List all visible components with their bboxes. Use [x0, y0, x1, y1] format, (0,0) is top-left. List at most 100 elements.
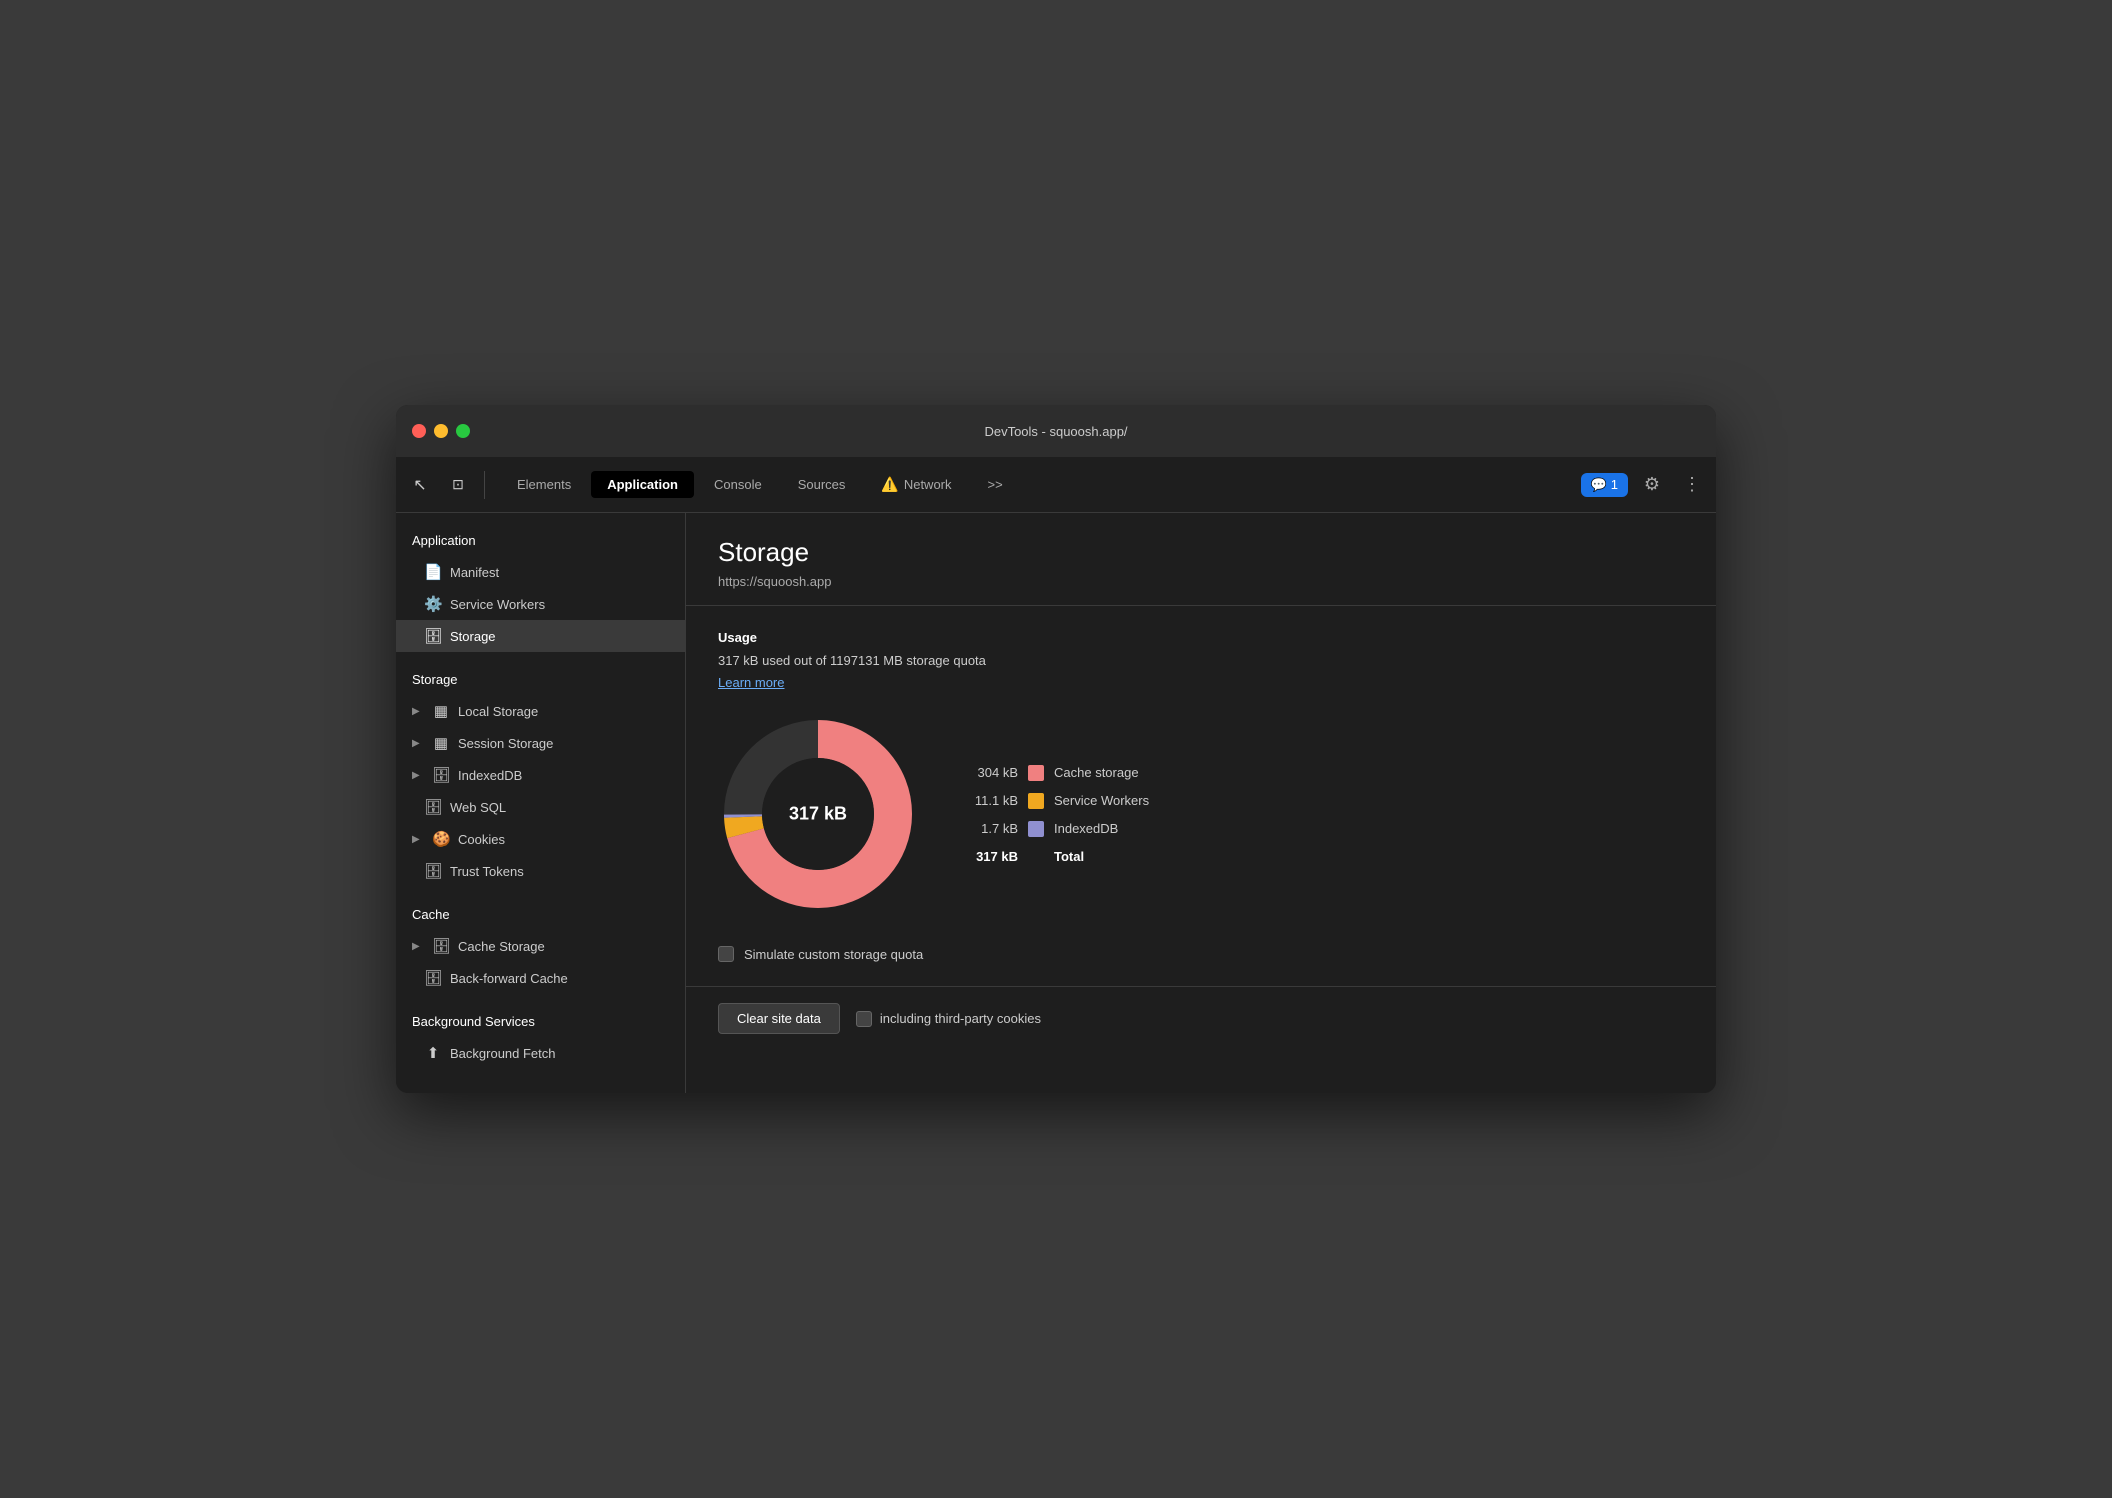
sidebar-item-cache-storage-label: Cache Storage: [458, 939, 545, 954]
maximize-button[interactable]: [456, 424, 470, 438]
legend-cache-color: [1028, 765, 1044, 781]
sidebar-section-storage: Storage: [396, 652, 685, 695]
legend-total-value: 317 kB: [966, 849, 1018, 864]
legend-item-cache-storage: 304 kB Cache storage: [966, 765, 1149, 781]
close-button[interactable]: [412, 424, 426, 438]
third-party-label: including third-party cookies: [880, 1011, 1041, 1026]
toolbar-right: 💬 1 ⚙ ⋮: [1581, 469, 1708, 501]
legend-item-indexeddb: 1.7 kB IndexedDB: [966, 821, 1149, 837]
donut-chart: 317 kB: [718, 714, 918, 914]
session-storage-arrow-icon: ▶: [412, 738, 424, 749]
trust-tokens-icon: 🗄: [424, 862, 442, 880]
tab-application[interactable]: Application: [591, 471, 694, 498]
sidebar-item-storage[interactable]: 🗄 Storage: [396, 620, 685, 652]
device-toolbar-button[interactable]: ⊡: [442, 469, 474, 501]
page-url: https://squoosh.app: [718, 574, 1684, 589]
sidebar-section-application: Application: [396, 513, 685, 556]
legend-total-label: Total: [1054, 849, 1084, 864]
simulate-quota-checkbox[interactable]: [718, 946, 734, 962]
sidebar-item-cache-storage[interactable]: ▶ 🗄 Cache Storage: [396, 930, 685, 962]
service-workers-icon: ⚙️: [424, 595, 442, 613]
toolbar-left: ↖ ⊡: [404, 469, 489, 501]
third-party-row: including third-party cookies: [856, 1011, 1041, 1027]
content-body: Usage 317 kB used out of 1197131 MB stor…: [686, 606, 1716, 986]
cookies-icon: 🍪: [432, 830, 450, 848]
simulate-row: Simulate custom storage quota: [718, 946, 1684, 962]
simulate-label: Simulate custom storage quota: [744, 947, 923, 962]
usage-label: Usage: [718, 630, 1684, 645]
legend-idb-color: [1028, 821, 1044, 837]
legend-item-service-workers: 11.1 kB Service Workers: [966, 793, 1149, 809]
sidebar-section-background-services: Background Services: [396, 994, 685, 1037]
main-layout: Application 📄 Manifest ⚙️ Service Worker…: [396, 513, 1716, 1093]
sidebar-item-background-fetch-label: Background Fetch: [450, 1046, 556, 1061]
tab-sources[interactable]: Sources: [782, 471, 862, 498]
settings-button[interactable]: ⚙: [1636, 469, 1668, 501]
clear-site-data-button[interactable]: Clear site data: [718, 1003, 840, 1034]
sidebar-item-manifest[interactable]: 📄 Manifest: [396, 556, 685, 588]
donut-center-label: 317 kB: [789, 804, 847, 825]
legend-sw-value: 11.1 kB: [966, 793, 1018, 808]
legend-idb-value: 1.7 kB: [966, 821, 1018, 836]
network-warning-icon: ⚠️: [881, 476, 898, 493]
indexeddb-arrow-icon: ▶: [412, 770, 424, 781]
chart-area: 317 kB 304 kB Cache storage 11.1 kB Serv…: [718, 714, 1684, 914]
minimize-button[interactable]: [434, 424, 448, 438]
legend-total-row: 317 kB Total: [966, 849, 1149, 864]
sidebar-item-back-forward-cache[interactable]: 🗄 Back-forward Cache: [396, 962, 685, 994]
sidebar-item-session-storage-label: Session Storage: [458, 736, 553, 751]
tab-elements[interactable]: Elements: [501, 471, 587, 498]
content-footer: Clear site data including third-party co…: [686, 986, 1716, 1050]
usage-text: 317 kB used out of 1197131 MB storage qu…: [718, 653, 1684, 668]
sidebar-item-cookies-label: Cookies: [458, 832, 505, 847]
legend-cache-value: 304 kB: [966, 765, 1018, 780]
sidebar-section-cache: Cache: [396, 887, 685, 930]
sidebar-item-service-workers[interactable]: ⚙️ Service Workers: [396, 588, 685, 620]
content-header: Storage https://squoosh.app: [686, 513, 1716, 606]
sidebar-item-indexeddb-label: IndexedDB: [458, 768, 522, 783]
sidebar-item-trust-tokens[interactable]: 🗄 Trust Tokens: [396, 855, 685, 887]
sidebar-item-manifest-label: Manifest: [450, 565, 499, 580]
sidebar: Application 📄 Manifest ⚙️ Service Worker…: [396, 513, 686, 1093]
sidebar-item-web-sql-label: Web SQL: [450, 800, 506, 815]
more-tabs-button[interactable]: >>: [972, 471, 1019, 498]
sidebar-item-storage-label: Storage: [450, 629, 496, 644]
sidebar-item-session-storage[interactable]: ▶ ▦ Session Storage: [396, 727, 685, 759]
sidebar-item-cookies[interactable]: ▶ 🍪 Cookies: [396, 823, 685, 855]
learn-more-link[interactable]: Learn more: [718, 675, 784, 690]
sidebar-item-service-workers-label: Service Workers: [450, 597, 545, 612]
traffic-lights: [412, 424, 470, 438]
window-title: DevTools - squoosh.app/: [984, 424, 1127, 439]
back-forward-cache-icon: 🗄: [424, 969, 442, 987]
content-panel: Storage https://squoosh.app Usage 317 kB…: [686, 513, 1716, 1093]
legend-idb-label: IndexedDB: [1054, 821, 1118, 836]
sidebar-item-background-fetch[interactable]: ⬆ Background Fetch: [396, 1037, 685, 1069]
cursor-tool-button[interactable]: ↖: [404, 469, 436, 501]
sidebar-item-local-storage-label: Local Storage: [458, 704, 538, 719]
tab-network[interactable]: ⚠️ Network: [865, 470, 967, 499]
legend-sw-color: [1028, 793, 1044, 809]
session-storage-icon: ▦: [432, 734, 450, 752]
local-storage-icon: ▦: [432, 702, 450, 720]
page-title: Storage: [718, 537, 1684, 568]
cookies-arrow-icon: ▶: [412, 834, 424, 845]
cache-storage-icon: 🗄: [432, 937, 450, 955]
devtools-window: DevTools - squoosh.app/ ↖ ⊡ Elements App…: [396, 405, 1716, 1093]
badge-count: 1: [1611, 477, 1618, 492]
manifest-icon: 📄: [424, 563, 442, 581]
sidebar-item-local-storage[interactable]: ▶ ▦ Local Storage: [396, 695, 685, 727]
sidebar-item-indexeddb[interactable]: ▶ 🗄 IndexedDB: [396, 759, 685, 791]
third-party-checkbox[interactable]: [856, 1011, 872, 1027]
more-options-button[interactable]: ⋮: [1676, 469, 1708, 501]
sidebar-item-back-forward-cache-label: Back-forward Cache: [450, 971, 568, 986]
sidebar-item-web-sql[interactable]: 🗄 Web SQL: [396, 791, 685, 823]
storage-legend: 304 kB Cache storage 11.1 kB Service Wor…: [966, 765, 1149, 864]
title-bar: DevTools - squoosh.app/: [396, 405, 1716, 457]
chat-badge-button[interactable]: 💬 1: [1581, 473, 1628, 497]
background-fetch-icon: ⬆: [424, 1044, 442, 1062]
toolbar-divider: [484, 471, 485, 499]
indexeddb-icon: 🗄: [432, 766, 450, 784]
tab-console[interactable]: Console: [698, 471, 778, 498]
cache-storage-arrow-icon: ▶: [412, 941, 424, 952]
storage-icon: 🗄: [424, 627, 442, 645]
